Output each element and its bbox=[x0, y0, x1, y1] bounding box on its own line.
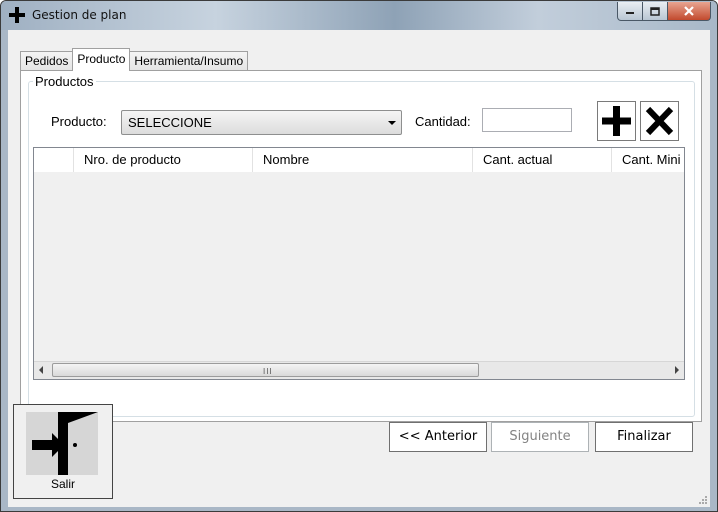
scrollbar-grip: III bbox=[263, 367, 273, 376]
main-window: Gestion de plan Pedidos Producto Herrami… bbox=[0, 0, 718, 512]
plus-icon bbox=[602, 106, 631, 136]
column-header-nro-producto[interactable]: Nro. de producto bbox=[74, 148, 253, 172]
grid-corner-header bbox=[34, 148, 74, 172]
tab-strip: Pedidos Producto Herramienta/Insumo bbox=[20, 48, 249, 71]
finish-button[interactable]: Finalizar bbox=[595, 422, 693, 452]
column-header-cant-actual[interactable]: Cant. actual bbox=[473, 148, 612, 172]
close-button[interactable] bbox=[668, 2, 711, 21]
add-product-button[interactable] bbox=[597, 101, 636, 141]
window-controls bbox=[617, 2, 711, 22]
quantity-label: Cantidad: bbox=[415, 114, 471, 129]
maximize-icon bbox=[650, 6, 660, 16]
horizontal-scrollbar[interactable]: III bbox=[34, 361, 684, 379]
remove-product-button[interactable] bbox=[640, 101, 679, 141]
next-button[interactable]: Siguiente bbox=[491, 422, 589, 452]
exit-door-icon bbox=[26, 412, 98, 475]
resize-grip-icon[interactable] bbox=[698, 495, 708, 505]
maximize-button[interactable] bbox=[643, 2, 668, 21]
products-grid[interactable]: Nro. de producto Nombre Cant. actual Can… bbox=[33, 147, 685, 380]
chevron-down-icon bbox=[388, 121, 396, 125]
minimize-button[interactable] bbox=[617, 2, 643, 21]
close-icon bbox=[684, 6, 694, 16]
column-header-cant-mini[interactable]: Cant. Mini bbox=[612, 148, 684, 172]
tab-pedidos[interactable]: Pedidos bbox=[20, 51, 74, 71]
tab-herramienta-insumo[interactable]: Herramienta/Insumo bbox=[129, 51, 249, 71]
plus-icon bbox=[9, 7, 25, 23]
column-header-nombre[interactable]: Nombre bbox=[253, 148, 473, 172]
grid-header: Nro. de producto Nombre Cant. actual Can… bbox=[34, 148, 684, 173]
minimize-icon bbox=[626, 12, 634, 14]
exit-label: Salir bbox=[50, 477, 75, 491]
product-select[interactable]: SELECCIONE bbox=[121, 110, 402, 135]
product-label: Producto: bbox=[51, 114, 107, 129]
quantity-input[interactable] bbox=[482, 108, 572, 132]
window-title: Gestion de plan bbox=[32, 8, 127, 22]
exit-button[interactable]: Salir bbox=[13, 404, 113, 499]
tab-producto[interactable]: Producto bbox=[72, 48, 131, 71]
x-icon bbox=[645, 106, 674, 136]
scroll-left-icon[interactable] bbox=[39, 366, 43, 374]
client-area: Pedidos Producto Herramienta/Insumo Prod… bbox=[8, 30, 710, 507]
scrollbar-thumb[interactable]: III bbox=[52, 363, 479, 377]
grid-body bbox=[34, 172, 684, 363]
title-bar[interactable]: Gestion de plan bbox=[1, 1, 717, 30]
group-title: Productos bbox=[33, 74, 96, 89]
scroll-right-icon[interactable] bbox=[675, 366, 679, 374]
product-select-value: SELECCIONE bbox=[128, 115, 212, 130]
previous-button[interactable]: << Anterior bbox=[389, 422, 487, 452]
